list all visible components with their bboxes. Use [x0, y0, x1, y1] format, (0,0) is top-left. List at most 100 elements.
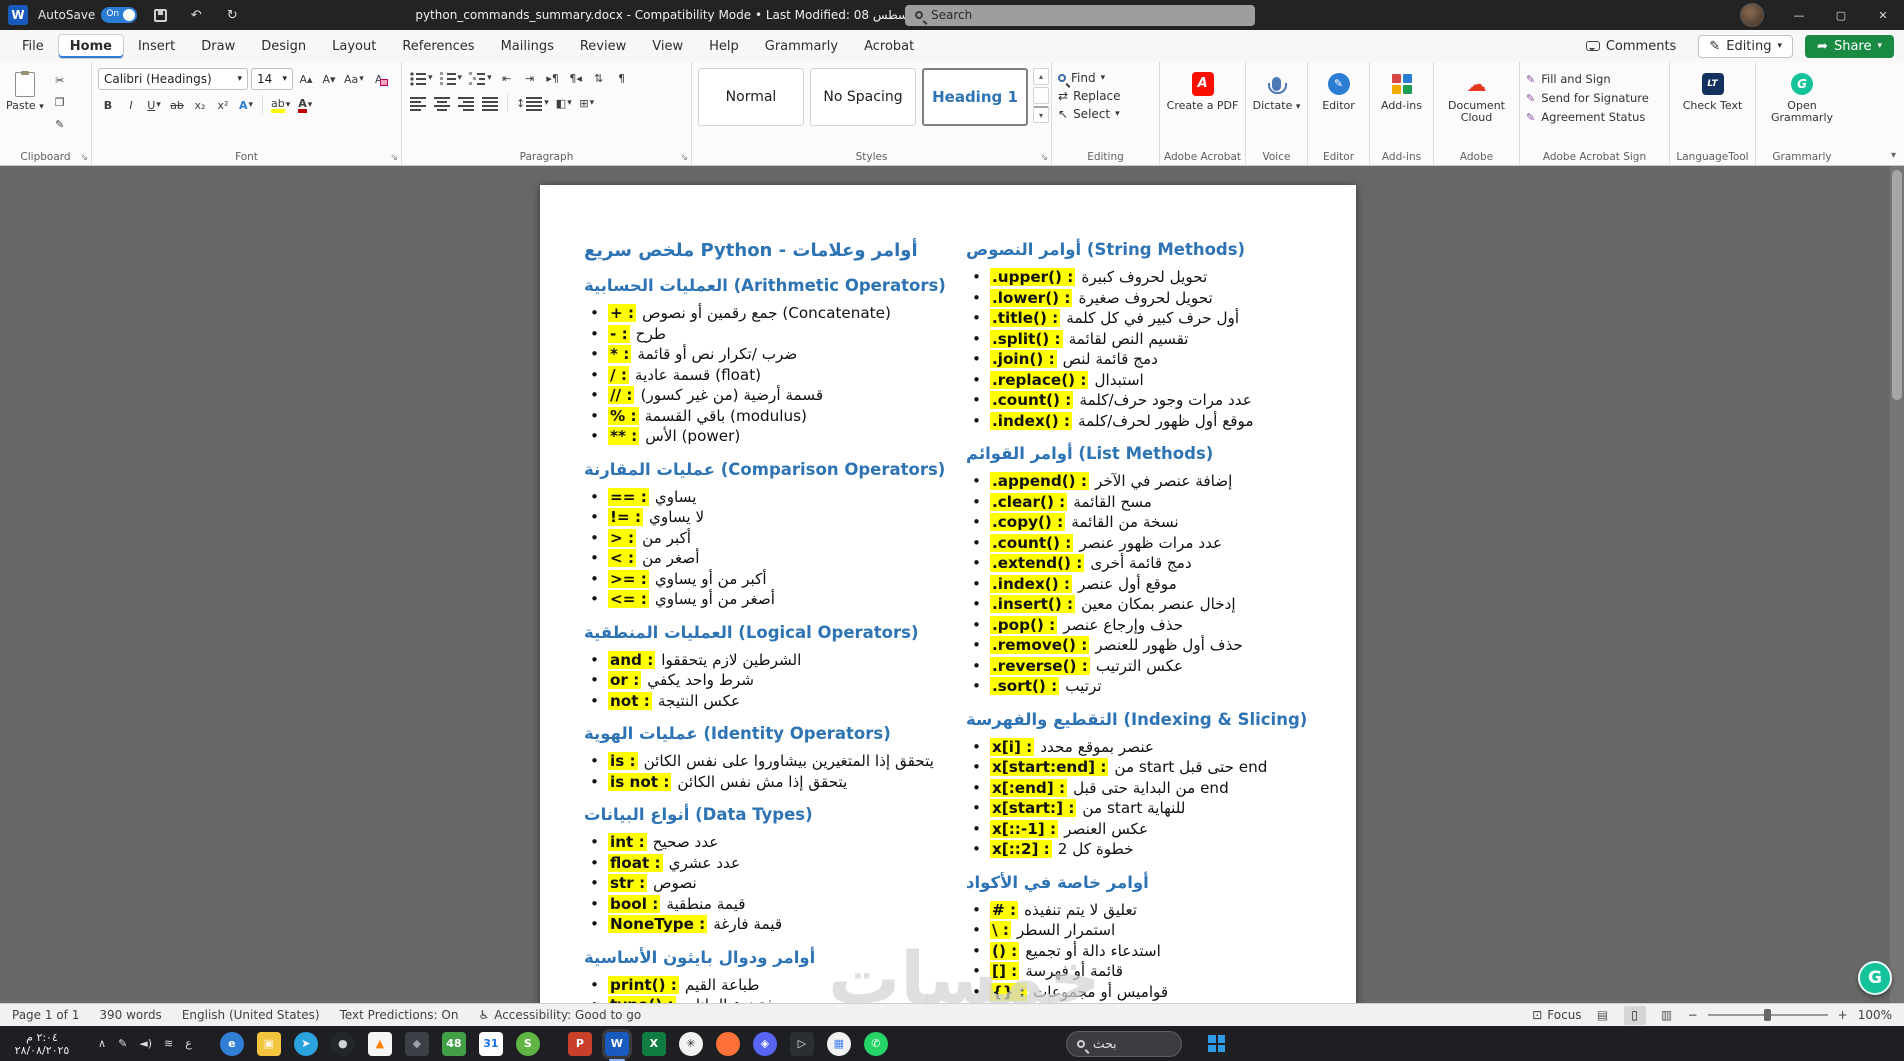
taskbar-app-icon[interactable]: P: [567, 1031, 592, 1056]
read-mode-button[interactable]: ▤: [1592, 1006, 1614, 1025]
sign-action-button[interactable]: ✎ Send for Signature: [1526, 91, 1663, 105]
styles-dialog-launcher[interactable]: ⇘: [1040, 153, 1048, 163]
editing-mode-dropdown[interactable]: ✎ Editing ▾: [1698, 34, 1794, 58]
check-text-button[interactable]: LT Check Text: [1683, 68, 1742, 112]
tray-icon[interactable]: ✎: [118, 1037, 127, 1050]
cut-button[interactable]: ✂: [50, 70, 70, 90]
decrease-indent-button[interactable]: ⇤: [497, 68, 517, 88]
zoom-slider-thumb[interactable]: [1763, 1009, 1771, 1021]
taskbar-app-icon[interactable]: ▲: [367, 1031, 392, 1056]
titlebar-search[interactable]: Search: [905, 4, 1255, 26]
vertical-scrollbar[interactable]: [1890, 166, 1904, 1003]
justify-button[interactable]: [480, 93, 501, 113]
zoom-in-button[interactable]: +: [1838, 1008, 1848, 1022]
taskbar-app-icon[interactable]: e: [219, 1031, 244, 1056]
sign-action-button[interactable]: ✎ Fill and Sign: [1526, 72, 1663, 86]
taskbar-app-icon[interactable]: ●: [330, 1031, 355, 1056]
align-center-button[interactable]: [432, 93, 453, 113]
maximize-button[interactable]: ▢: [1820, 0, 1862, 30]
ribbon-tab[interactable]: Layout: [320, 34, 388, 59]
close-button[interactable]: ✕: [1862, 0, 1904, 30]
document-page[interactable]: ملخص سريع Python - أوامر وعلامات العمليا…: [540, 185, 1356, 1003]
taskbar-app-icon[interactable]: ◆: [404, 1031, 429, 1056]
select-button[interactable]: ↖ Select ▾: [1058, 107, 1153, 121]
ribbon-tab[interactable]: Acrobat: [852, 34, 926, 59]
change-case-button[interactable]: Aa ▾: [342, 69, 366, 89]
ribbon-tab[interactable]: Home: [57, 33, 124, 59]
align-left-button[interactable]: [408, 93, 429, 113]
format-painter-button[interactable]: ✎: [50, 114, 70, 134]
open-grammarly-button[interactable]: G Open Grammarly: [1762, 68, 1842, 124]
line-spacing-button[interactable]: ↕ ▾: [514, 93, 551, 113]
text-effects-button[interactable]: A ▾: [236, 95, 256, 115]
ribbon-tab[interactable]: Help: [697, 34, 751, 59]
tray-icon[interactable]: ◄): [139, 1037, 152, 1050]
subscript-button[interactable]: x₂: [190, 95, 210, 115]
taskbar-app-icon[interactable]: ✳: [678, 1031, 703, 1056]
align-right-button[interactable]: [456, 93, 477, 113]
taskbar-app-icon[interactable]: 31: [478, 1031, 503, 1056]
taskbar-app-icon[interactable]: X: [641, 1031, 666, 1056]
taskbar-app-icon[interactable]: W: [604, 1031, 629, 1056]
dictate-button[interactable]: Dictate ▾: [1253, 68, 1300, 113]
clear-formatting-button[interactable]: A: [369, 69, 389, 89]
multilevel-list-button[interactable]: ▾: [467, 68, 494, 88]
strikethrough-button[interactable]: ab: [167, 95, 187, 115]
numbering-button[interactable]: ▾: [438, 68, 465, 88]
start-button[interactable]: [1200, 1027, 1234, 1061]
clipboard-dialog-launcher[interactable]: ⇘: [80, 153, 88, 163]
font-size-select[interactable]: 14 ▾: [251, 68, 293, 90]
sign-action-button[interactable]: ✎ Agreement Status: [1526, 110, 1663, 124]
document-cloud-button[interactable]: ☁ Document Cloud: [1440, 68, 1513, 124]
tray-icon[interactable]: ع: [185, 1037, 192, 1050]
styles-scroll-up-button[interactable]: ▴: [1033, 68, 1049, 85]
minimize-button[interactable]: —: [1778, 0, 1820, 30]
web-layout-button[interactable]: ▥: [1656, 1006, 1678, 1025]
scrollbar-thumb[interactable]: [1892, 170, 1902, 400]
text-predictions-status[interactable]: Text Predictions: On: [340, 1008, 459, 1022]
taskbar-app-icon[interactable]: ◈: [752, 1031, 777, 1056]
grow-font-button[interactable]: A▴: [296, 69, 316, 89]
italic-button[interactable]: I: [121, 95, 141, 115]
style-card[interactable]: Heading 1: [922, 68, 1028, 126]
redo-button[interactable]: ↻: [219, 3, 245, 27]
font-color-button[interactable]: A ▾: [295, 95, 315, 115]
font-name-select[interactable]: Calibri (Headings) ▾: [98, 68, 248, 90]
replace-button[interactable]: ⇄ Replace: [1058, 89, 1153, 103]
paste-button[interactable]: Paste ▾: [6, 68, 44, 134]
zoom-slider[interactable]: [1707, 1009, 1828, 1021]
increase-indent-button[interactable]: ⇥: [520, 68, 540, 88]
ribbon-tab[interactable]: File: [10, 34, 56, 59]
autosave-toggle[interactable]: On: [101, 7, 138, 23]
underline-button[interactable]: U ▾: [144, 95, 164, 115]
comments-button[interactable]: Comments: [1576, 36, 1686, 57]
taskbar-app-icon[interactable]: ✆: [863, 1031, 888, 1056]
grammarly-floating-widget[interactable]: G: [1858, 961, 1892, 995]
taskbar-app-icon[interactable]: ▷: [789, 1031, 814, 1056]
word-count[interactable]: 390 words: [99, 1008, 161, 1022]
bold-button[interactable]: B: [98, 95, 118, 115]
save-button[interactable]: [147, 3, 173, 27]
shrink-font-button[interactable]: A▾: [319, 69, 339, 89]
taskbar-app-icon[interactable]: ▣: [256, 1031, 281, 1056]
ribbon-tab[interactable]: Design: [249, 34, 318, 59]
create-pdf-button[interactable]: A Create a PDF: [1167, 68, 1238, 112]
ribbon-tab[interactable]: Mailings: [489, 34, 566, 59]
style-card[interactable]: Normal: [698, 68, 804, 126]
ribbon-tab[interactable]: Review: [568, 34, 638, 59]
editor-button[interactable]: ✎ Editor: [1322, 68, 1355, 112]
copy-button[interactable]: ❐: [50, 92, 70, 112]
ribbon-tab[interactable]: View: [640, 34, 695, 59]
text-highlight-button[interactable]: ab ▾: [269, 95, 292, 115]
ltr-direction-button[interactable]: ▸¶: [543, 68, 563, 88]
style-card[interactable]: No Spacing: [810, 68, 916, 126]
ribbon-tab[interactable]: References: [390, 34, 486, 59]
taskbar-search[interactable]: بحث: [1065, 1030, 1182, 1057]
ribbon-tab[interactable]: Grammarly: [753, 34, 850, 59]
shading-button[interactable]: ◧ ▾: [554, 93, 574, 113]
styles-gallery-more-button[interactable]: ▾: [1033, 106, 1049, 123]
taskbar-app-icon[interactable]: ▦: [826, 1031, 851, 1056]
find-button[interactable]: Find ▾: [1058, 71, 1153, 85]
show-paragraph-marks-button[interactable]: ¶: [612, 68, 632, 88]
undo-button[interactable]: ↶: [183, 3, 209, 27]
